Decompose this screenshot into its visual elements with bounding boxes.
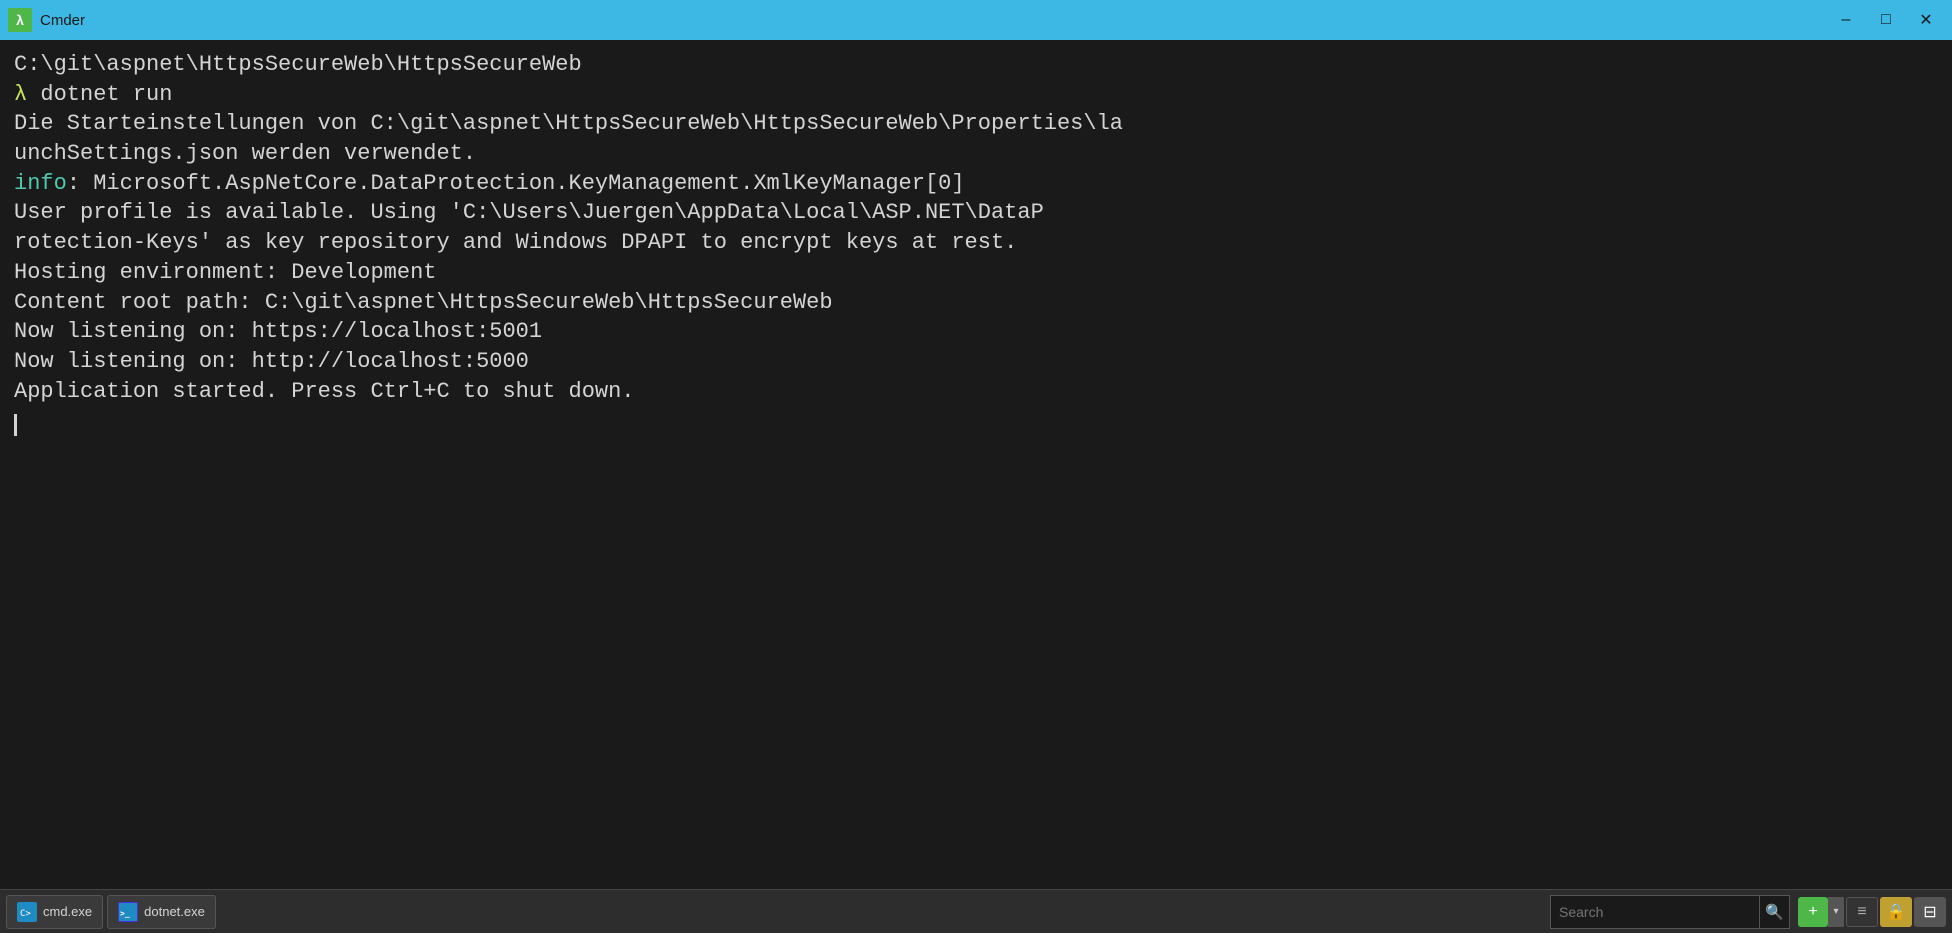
app-icon: λ [8, 8, 32, 32]
terminal-line-command: λ dotnet run [14, 80, 1938, 110]
output-line-6: User profile is available. Using 'C:\Use… [14, 200, 1044, 225]
add-tab-button[interactable]: + [1798, 897, 1828, 927]
taskbar: C> cmd.exe >_ dotnet.exe 🔍 + ▾ ≡ 🔒 [0, 889, 1952, 933]
tab-dropdown-button[interactable]: ▾ [1828, 897, 1844, 927]
terminal-line-12: Application started. Press Ctrl+C to shu… [14, 377, 1938, 407]
maximize-button[interactable]: □ [1868, 5, 1904, 35]
cmd-label: cmd.exe [43, 904, 92, 919]
output-line-11: Now listening on: http://localhost:5000 [14, 349, 529, 374]
terminal-line-10: Now listening on: https://localhost:5001 [14, 317, 1938, 347]
dotnet-icon: >_ [118, 902, 138, 922]
close-button[interactable]: ✕ [1908, 5, 1944, 35]
dotnet-label: dotnet.exe [144, 904, 205, 919]
lock-button[interactable]: 🔒 [1880, 897, 1912, 927]
terminal-output: C:\git\aspnet\HttpsSecureWeb\HttpsSecure… [0, 40, 1952, 889]
window-controls: – □ ✕ [1828, 5, 1944, 35]
title-bar: λ Cmder – □ ✕ [0, 0, 1952, 40]
terminal-line-path: C:\git\aspnet\HttpsSecureWeb\HttpsSecure… [14, 50, 1938, 80]
output-line-10: Now listening on: https://localhost:5001 [14, 319, 542, 344]
terminal-line-7: rotection-Keys' as key repository and Wi… [14, 228, 1938, 258]
prompt-symbol: λ [14, 82, 40, 107]
output-line-12: Application started. Press Ctrl+C to shu… [14, 379, 635, 404]
terminal-cursor-line [14, 406, 1938, 436]
info-label: info [14, 171, 67, 196]
title-bar-left: λ Cmder [8, 8, 85, 32]
terminal-line-6: User profile is available. Using 'C:\Use… [14, 198, 1938, 228]
settings-button[interactable]: ≡ [1846, 897, 1878, 927]
path-text: C:\git\aspnet\HttpsSecureWeb\HttpsSecure… [14, 52, 582, 77]
svg-text:C>: C> [20, 909, 31, 919]
terminal-line-info: info: Microsoft.AspNetCore.DataProtectio… [14, 169, 1938, 199]
terminal-line-4: unchSettings.json werden verwendet. [14, 139, 1938, 169]
output-line-7: rotection-Keys' as key repository and Wi… [14, 230, 1017, 255]
terminal-line-9: Content root path: C:\git\aspnet\HttpsSe… [14, 288, 1938, 318]
window-title: Cmder [40, 12, 85, 29]
search-button[interactable]: 🔍 [1759, 895, 1789, 929]
output-line-9: Content root path: C:\git\aspnet\HttpsSe… [14, 290, 833, 315]
lock-icon: 🔒 [1886, 902, 1906, 922]
svg-text:>_: >_ [120, 909, 130, 918]
search-input[interactable] [1551, 896, 1759, 928]
terminal-line-11: Now listening on: http://localhost:5000 [14, 347, 1938, 377]
minimize-button[interactable]: – [1828, 5, 1864, 35]
cmd-icon: C> [17, 902, 37, 922]
output-line-8: Hosting environment: Development [14, 260, 436, 285]
output-line-4: unchSettings.json werden verwendet. [14, 141, 476, 166]
grid-button[interactable]: ⊟ [1914, 897, 1946, 927]
taskbar-item-cmd[interactable]: C> cmd.exe [6, 895, 103, 929]
command-text: dotnet run [40, 82, 172, 107]
grid-icon: ⊟ [1923, 902, 1936, 922]
terminal-line-8: Hosting environment: Development [14, 258, 1938, 288]
search-box: 🔍 [1550, 895, 1790, 929]
cursor [14, 414, 17, 436]
page-icon: ≡ [1857, 903, 1866, 921]
output-line-3: Die Starteinstellungen von C:\git\aspnet… [14, 111, 1123, 136]
dropdown-arrow-icon: ▾ [1833, 906, 1838, 917]
plus-icon: + [1808, 903, 1817, 921]
info-text: : Microsoft.AspNetCore.DataProtection.Ke… [67, 171, 965, 196]
taskbar-right-icons: + ▾ ≡ 🔒 ⊟ [1798, 897, 1946, 927]
taskbar-item-dotnet[interactable]: >_ dotnet.exe [107, 895, 216, 929]
terminal-line-3: Die Starteinstellungen von C:\git\aspnet… [14, 109, 1938, 139]
